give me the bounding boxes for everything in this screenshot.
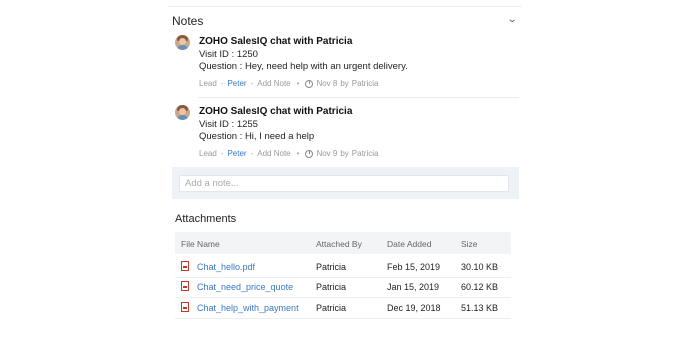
top-divider [168,6,522,7]
attachment-file-link[interactable]: Chat_hello.pdf [197,262,255,272]
note-question: Question : Hey, need help with an urgent… [199,61,408,72]
note-owner-link[interactable]: Peter [227,149,246,158]
add-note-container [172,167,519,199]
note-author: Patricia [351,79,379,88]
note-title: ZOHO SalesIQ chat with Patricia [199,106,353,117]
attachment-file-link[interactable]: Chat_help_with_payment [197,303,299,313]
note-meta: Lead - Peter - Add Note • Nov 9 by Patri… [199,149,379,158]
attachment-date: Jan 15, 2019 [387,282,440,292]
clock-icon [305,149,314,158]
attachment-file-link[interactable]: Chat_need_price_quote [197,282,293,292]
column-header-attached-by[interactable]: Attached By [316,239,362,249]
note-meta: Lead - Peter - Add Note • Nov 8 by Patri… [199,79,379,88]
note-title: ZOHO SalesIQ chat with Patricia [199,36,353,47]
attachment-attached-by: Patricia [316,282,347,292]
attachment-size: 51.13 KB [461,303,499,313]
attachments-heading: Attachments [175,213,237,225]
note-by-label: by [340,149,349,158]
notes-heading: Notes [172,14,204,28]
table-row: Chat_hello.pdf Patricia Feb 15, 2019 30.… [175,257,511,278]
column-header-date-added[interactable]: Date Added [387,239,431,249]
attachment-size: 30.10 KB [461,262,499,272]
note-visit-id: Visit ID : 1250 [199,49,258,60]
note-date: Nov 8 [316,79,338,88]
add-note-input[interactable] [179,175,509,192]
note-owner-link[interactable]: Peter [227,79,246,88]
table-row: Chat_help_with_payment Patricia Dec 19, … [175,298,511,319]
attachment-attached-by: Patricia [316,262,347,272]
pdf-file-icon [181,281,189,291]
note-by-label: by [340,79,349,88]
note-module: Lead [199,149,217,158]
pdf-file-icon [181,261,189,271]
table-row: Chat_need_price_quote Patricia Jan 15, 2… [175,277,511,298]
note-visit-id: Visit ID : 1255 [199,119,258,130]
note-question: Question : Hi, I need a help [199,131,315,142]
note-divider [198,97,519,98]
note-author: Patricia [351,149,379,158]
note-date: Nov 9 [316,149,338,158]
attachment-date: Dec 19, 2018 [387,303,441,313]
column-header-file-name[interactable]: File Name [181,239,220,249]
table-header: File Name Attached By Date Added Size [175,232,511,254]
attachment-size: 60.12 KB [461,282,499,292]
clock-icon [305,79,314,88]
attachment-date: Feb 15, 2019 [387,262,441,272]
note-module: Lead [199,79,217,88]
column-header-size[interactable]: Size [461,239,478,249]
pdf-file-icon [181,302,189,312]
add-note-link[interactable]: Add Note [257,79,290,88]
chevron-down-icon[interactable]: ⌄ [507,14,518,25]
attachment-attached-by: Patricia [316,303,347,313]
add-note-link[interactable]: Add Note [257,149,290,158]
avatar [175,35,190,50]
avatar [175,105,190,120]
